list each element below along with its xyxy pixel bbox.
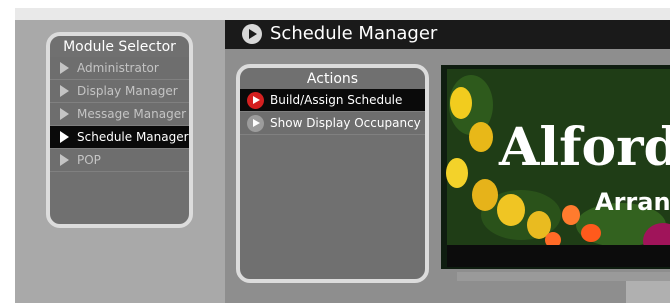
module-item-administrator[interactable]: Administrator — [50, 57, 189, 80]
module-item-message-manager[interactable]: Message Manager — [50, 103, 189, 126]
display-preview: Alford Arran — [441, 65, 670, 269]
action-build-assign-schedule[interactable]: Build/Assign Schedule — [240, 89, 425, 112]
module-item-label: Display Manager — [77, 84, 178, 98]
top-strip — [15, 8, 670, 20]
preview-headline: Alford — [498, 117, 670, 178]
triangle-right-icon — [60, 108, 69, 120]
action-label: Build/Assign Schedule — [270, 93, 403, 107]
module-item-display-manager[interactable]: Display Manager — [50, 80, 189, 103]
preview-base — [626, 281, 670, 303]
actions-title: Actions — [306, 71, 359, 87]
module-item-label: Message Manager — [77, 107, 187, 121]
preview-subline: Arran — [595, 188, 670, 216]
module-selector-title: Module Selector — [63, 39, 176, 55]
triangle-right-icon — [60, 85, 69, 97]
module-item-schedule-manager[interactable]: Schedule Manager — [50, 126, 189, 149]
preview-image: Alford Arran — [441, 65, 670, 269]
actions-panel: Actions Build/Assign Schedule Show Displ… — [236, 64, 429, 283]
action-label: Show Display Occupancy — [270, 116, 421, 130]
module-item-label: POP — [77, 153, 101, 167]
page-title: Schedule Manager — [270, 23, 438, 44]
triangle-right-icon — [60, 131, 69, 143]
red-play-circle-icon — [247, 91, 264, 109]
module-selector-panel: Module Selector Administrator Display Ma… — [46, 32, 193, 228]
gray-play-circle-icon — [247, 114, 264, 132]
action-show-display-occupancy[interactable]: Show Display Occupancy — [240, 112, 425, 135]
play-circle-icon — [242, 24, 262, 44]
triangle-right-icon — [60, 62, 69, 74]
triangle-right-icon — [60, 154, 69, 166]
module-header: Schedule Manager — [225, 20, 670, 49]
module-item-pop[interactable]: POP — [50, 149, 189, 172]
module-item-label: Schedule Manager — [77, 130, 189, 144]
preview-shelf — [457, 272, 670, 281]
module-item-label: Administrator — [77, 61, 159, 75]
